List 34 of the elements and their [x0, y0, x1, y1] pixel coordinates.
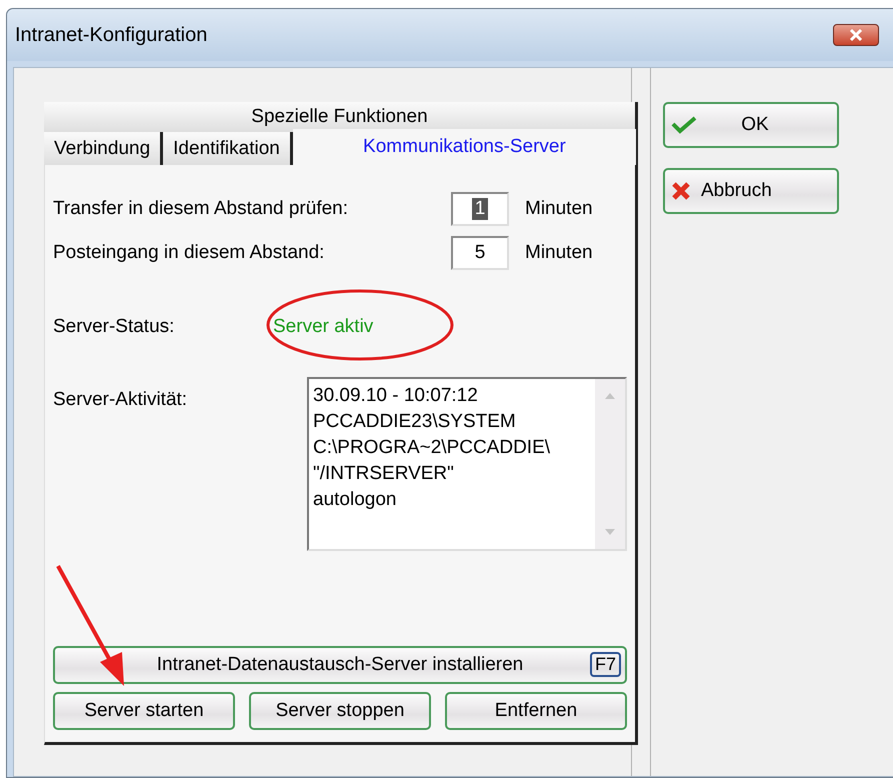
input-field[interactable]: 1: [451, 192, 509, 226]
install-button[interactable]: Intranet-Datenaustausch-Server installieren F7: [53, 646, 627, 684]
tab[interactable]: Verbindung: [44, 132, 164, 165]
scrollbar[interactable]: [595, 379, 625, 549]
status-value: Server aktiv: [273, 316, 374, 338]
activity-log[interactable]: 30.09.10 - 10:07:12 PCCADDIE23\SYSTEM C:\PROGRA~2\PCCADDIE\ "/INTRSERVER" autologon: [307, 377, 627, 551]
scroll-down-icon[interactable]: [605, 529, 615, 535]
log-line: C:\PROGRA~2\PCCADDIE\: [313, 436, 552, 460]
log-line: 30.09.10 - 10:07:12: [313, 384, 479, 408]
field-label: Transfer in diesem Abstand prüfen:: [53, 198, 350, 220]
ok-button[interactable]: OK: [663, 102, 839, 148]
shortcut-key: F7: [590, 652, 621, 677]
server-button[interactable]: Server starten: [53, 692, 235, 730]
status-label: Server-Status:: [53, 316, 176, 338]
server-button[interactable]: Entfernen: [445, 692, 627, 730]
tab[interactable]: Identifikation: [163, 132, 293, 165]
cross-icon: [671, 181, 691, 201]
log-line: "/INTRSERVER": [313, 462, 455, 486]
scroll-up-icon[interactable]: [605, 393, 615, 399]
input-field[interactable]: 5: [451, 236, 509, 270]
field-label: Posteingang in diesem Abstand:: [53, 242, 326, 264]
server-button[interactable]: Server stoppen: [249, 692, 431, 730]
close-button[interactable]: [833, 24, 879, 46]
log-line: PCCADDIE23\SYSTEM: [313, 410, 517, 434]
tab[interactable]: Spezielle Funktionen: [44, 102, 638, 132]
checkmark-icon: [671, 116, 697, 134]
unit-label: Minuten: [525, 198, 593, 220]
close-icon: [848, 28, 864, 42]
activity-label: Server-Aktivität:: [53, 388, 188, 412]
log-line: autologon: [313, 488, 398, 512]
window-title: Intranet-Konfiguration: [15, 24, 208, 46]
unit-label: Minuten: [525, 242, 593, 264]
cancel-button[interactable]: Abbruch: [663, 168, 839, 214]
tab[interactable]: Kommunikations-Server: [292, 129, 638, 165]
